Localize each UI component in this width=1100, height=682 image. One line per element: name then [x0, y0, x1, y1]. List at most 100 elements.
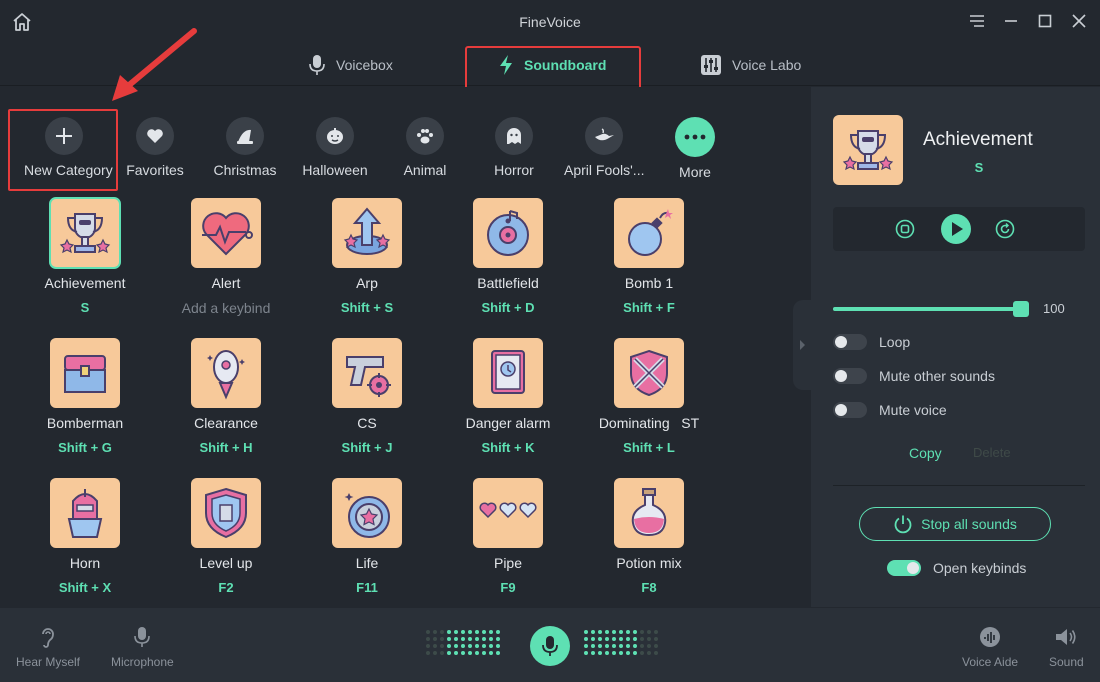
toggle-switch[interactable] [887, 560, 921, 576]
sound-cs[interactable]: CS Shift + J [297, 338, 437, 455]
sound-thumbnail [50, 478, 120, 548]
category-icon-wrap [406, 117, 444, 155]
category-animal[interactable]: Animal [385, 117, 465, 178]
sound-keybind: Shift + G [58, 440, 112, 455]
replay-icon[interactable] [995, 219, 1015, 239]
sound-dominating[interactable]: Dominating ST Shift + L [579, 338, 719, 455]
tab-voicebox[interactable]: Voicebox [308, 46, 393, 84]
sound-bomberman[interactable]: Bomberman Shift + G [15, 338, 155, 455]
toggle-label: Loop [879, 334, 911, 350]
menu-icon[interactable] [968, 12, 986, 30]
delete-button: Delete [973, 445, 1011, 460]
tab-soundboard[interactable]: Soundboard [498, 46, 606, 84]
toggle-switch[interactable] [833, 402, 867, 418]
mic-icon [134, 627, 151, 647]
sound-name: Horn [69, 555, 101, 571]
category-favorites[interactable]: Favorites [115, 117, 195, 178]
open-keybinds-toggle[interactable]: Open keybinds [887, 560, 1026, 576]
toggle-label: Mute voice [879, 402, 947, 418]
sound-keybind: Shift + F [623, 300, 675, 315]
tab-label: Soundboard [524, 57, 607, 73]
stop-all-sounds-button[interactable]: Stop all sounds [859, 507, 1051, 541]
hear-myself-button[interactable]: Hear Myself [16, 626, 80, 669]
sound-achievement[interactable]: Achievement S [15, 197, 155, 315]
sound-level-up[interactable]: Level up F2 [156, 478, 296, 595]
loop-toggle[interactable]: Loop [833, 334, 910, 350]
category-more[interactable]: More [655, 117, 735, 180]
sound-alert[interactable]: Alert Add a keybind [156, 198, 296, 316]
sound-life[interactable]: Life F11 [297, 478, 437, 595]
sound-name: Bomb 1 [624, 275, 674, 291]
sound-arp[interactable]: Arp Shift + S [297, 198, 437, 315]
microphone-button[interactable]: Microphone [111, 626, 174, 669]
toggle-switch[interactable] [833, 334, 867, 350]
bottom-bar: Hear Myself Microphone Voice Aide Sound [0, 608, 1100, 682]
mute-voice-toggle[interactable]: Mute voice [833, 402, 947, 418]
hear-myself-label: Hear Myself [16, 655, 81, 669]
sound-danger-alarm[interactable]: Danger alarm Shift + K [438, 338, 578, 455]
sound-name: Level up [199, 555, 253, 571]
sound-keybind: Shift + L [623, 440, 675, 455]
close-icon[interactable] [1070, 12, 1088, 30]
sound-pipe[interactable]: Pipe F9 [438, 478, 578, 595]
category-halloween[interactable]: Halloween [295, 117, 375, 178]
tab-label: Voicebox [336, 57, 393, 73]
play-icon[interactable] [941, 214, 971, 244]
category-icon-wrap [45, 117, 83, 155]
voice-aide-button[interactable]: Voice Aide [962, 626, 1018, 669]
volume-value: 100 [1043, 301, 1065, 316]
copy-button[interactable]: Copy [909, 445, 942, 461]
sound-bomb-1[interactable]: Bomb 1 Shift + F [579, 198, 719, 315]
maximize-icon[interactable] [1036, 12, 1054, 30]
sound-label: Sound [1049, 655, 1084, 669]
category-label: Horror [494, 162, 534, 178]
sound-name: Dominating ST [598, 415, 700, 431]
category-april-fools[interactable]: April Fools'... [564, 117, 644, 178]
volume-slider[interactable] [833, 301, 1029, 317]
sound-thumbnail [191, 478, 261, 548]
sound-keybind: F2 [218, 580, 234, 595]
category-icon-wrap [675, 117, 715, 157]
sound-keybind: S [80, 300, 90, 315]
toggle-switch[interactable] [833, 368, 867, 384]
sound-thumbnail [50, 338, 120, 408]
volume-handle[interactable] [1013, 301, 1029, 317]
potion-icon [631, 488, 667, 537]
category-christmas[interactable]: Christmas [205, 117, 285, 178]
category-new[interactable]: New Category [24, 117, 113, 178]
sound-thumbnail [332, 338, 402, 408]
sound-battlefield[interactable]: Battlefield Shift + D [438, 198, 578, 315]
sound-potion-mix[interactable]: Potion mix F8 [579, 478, 719, 595]
lamp-icon [595, 128, 614, 141]
pumpkin-icon [327, 128, 343, 144]
sound-name: CS [357, 415, 377, 431]
more-icon [684, 134, 706, 140]
bomb-icon [628, 209, 673, 256]
mute-other-sounds-toggle[interactable]: Mute other sounds [833, 368, 995, 384]
gun-icon [346, 356, 391, 397]
tab-voice-labo[interactable]: Voice Labo [700, 46, 801, 84]
sound-name: Arp [356, 275, 378, 291]
sound-name: Bomberman [46, 415, 124, 431]
sound-name: Achievement [44, 275, 126, 291]
sound-keybind-placeholder[interactable]: Add a keybind [156, 300, 296, 316]
stop-icon[interactable] [895, 219, 915, 239]
category-icon-wrap [226, 117, 264, 155]
collapse-panel-handle[interactable] [793, 300, 811, 390]
sound-horn[interactable]: Horn Shift + X [15, 478, 155, 595]
disc-icon [487, 210, 529, 256]
sound-thumbnail [332, 478, 402, 548]
category-icon-wrap [316, 117, 354, 155]
minimize-icon[interactable] [1002, 12, 1020, 30]
sound-button[interactable]: Sound [1049, 626, 1084, 669]
sound-thumbnail [473, 338, 543, 408]
book-icon [491, 350, 525, 394]
trophy-icon [59, 213, 111, 254]
title-bar: FineVoice Voicebox Soundboard Voice Labo [0, 0, 1100, 91]
category-horror[interactable]: Horror [474, 117, 554, 178]
sound-thumbnail [614, 478, 684, 548]
sound-clearance[interactable]: Clearance Shift + H [156, 338, 296, 455]
chevron-right-icon [800, 340, 805, 350]
power-icon [894, 515, 912, 534]
main-mic-button[interactable] [530, 626, 570, 666]
